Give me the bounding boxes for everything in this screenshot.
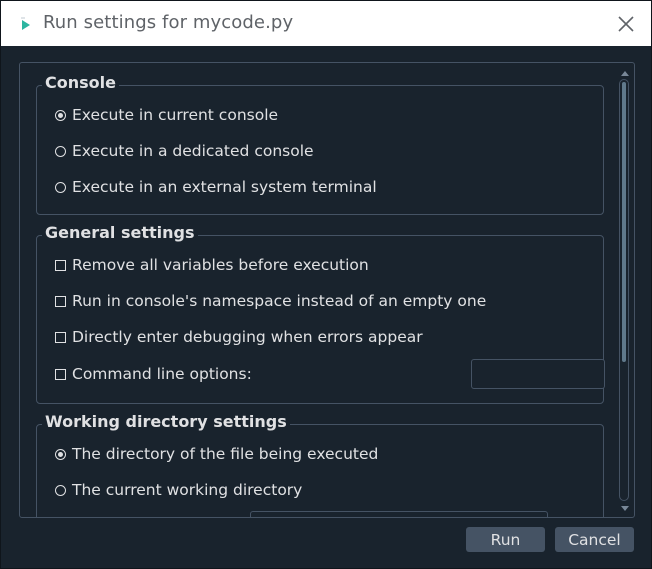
option-label: Execute in a dedicated console — [72, 142, 314, 160]
option-label: Directly enter debugging when errors app… — [72, 328, 423, 346]
title-bar: Run settings for mycode.py — [1, 1, 651, 46]
option-label: Remove all variables before execution — [72, 256, 369, 274]
radio-button[interactable] — [55, 109, 66, 121]
close-icon[interactable] — [609, 7, 643, 41]
enter-debugging-option[interactable]: Directly enter debugging when errors app… — [55, 325, 423, 349]
window-title: Run settings for mycode.py — [43, 12, 294, 33]
option-label: Run in console's namespace instead of an… — [72, 292, 487, 310]
scroll-up-arrow-icon[interactable] — [621, 71, 629, 76]
radio-button[interactable] — [55, 448, 66, 460]
run-in-namespace-option[interactable]: Run in console's namespace instead of an… — [55, 289, 486, 313]
working-directory-group-title: Working directory settings — [42, 412, 290, 431]
working-directory-group: Working directory settings The directory… — [36, 412, 604, 517]
command-line-options-input[interactable] — [471, 359, 605, 389]
radio-button[interactable] — [55, 181, 66, 193]
execute-external-terminal-option[interactable]: Execute in an external system terminal — [55, 175, 377, 199]
scroll-track[interactable] — [619, 79, 629, 501]
console-group: Console Execute in current console Execu… — [36, 73, 604, 215]
option-label: Command line options: — [72, 365, 252, 383]
scroll-thumb[interactable] — [622, 82, 626, 362]
settings-scroll-area: Console Execute in current console Execu… — [19, 62, 635, 518]
checkbox[interactable] — [55, 368, 66, 380]
option-label: The current working directory — [72, 481, 303, 499]
file-directory-option[interactable]: The directory of the file being executed — [55, 442, 378, 466]
scroll-down-arrow-icon[interactable] — [621, 506, 629, 511]
current-working-directory-option[interactable]: The current working directory — [55, 478, 302, 502]
option-label: Execute in an external system terminal — [72, 178, 377, 196]
general-settings-group-title: General settings — [42, 223, 198, 242]
vertical-scrollbar[interactable] — [618, 69, 632, 513]
general-settings-group: General settings Remove all variables be… — [36, 223, 605, 404]
run-button[interactable]: Run — [466, 527, 545, 552]
fixed-directory-input[interactable] — [250, 511, 548, 517]
checkbox[interactable] — [55, 259, 66, 271]
radio-button[interactable] — [55, 484, 66, 496]
command-line-options-option[interactable]: Command line options: — [55, 362, 252, 386]
execute-dedicated-console-option[interactable]: Execute in a dedicated console — [55, 139, 314, 163]
remove-variables-option[interactable]: Remove all variables before execution — [55, 253, 369, 277]
console-group-title: Console — [42, 73, 119, 92]
checkbox[interactable] — [55, 295, 66, 307]
radio-button[interactable] — [55, 145, 66, 157]
option-label: The directory of the file being executed — [72, 445, 379, 463]
checkbox[interactable] — [55, 331, 66, 343]
execute-current-console-option[interactable]: Execute in current console — [55, 103, 278, 127]
cancel-button[interactable]: Cancel — [555, 527, 634, 552]
spyder-run-icon — [21, 17, 30, 30]
run-settings-dialog: Run settings for mycode.py Console Execu… — [0, 0, 652, 569]
option-label: Execute in current console — [72, 106, 279, 124]
